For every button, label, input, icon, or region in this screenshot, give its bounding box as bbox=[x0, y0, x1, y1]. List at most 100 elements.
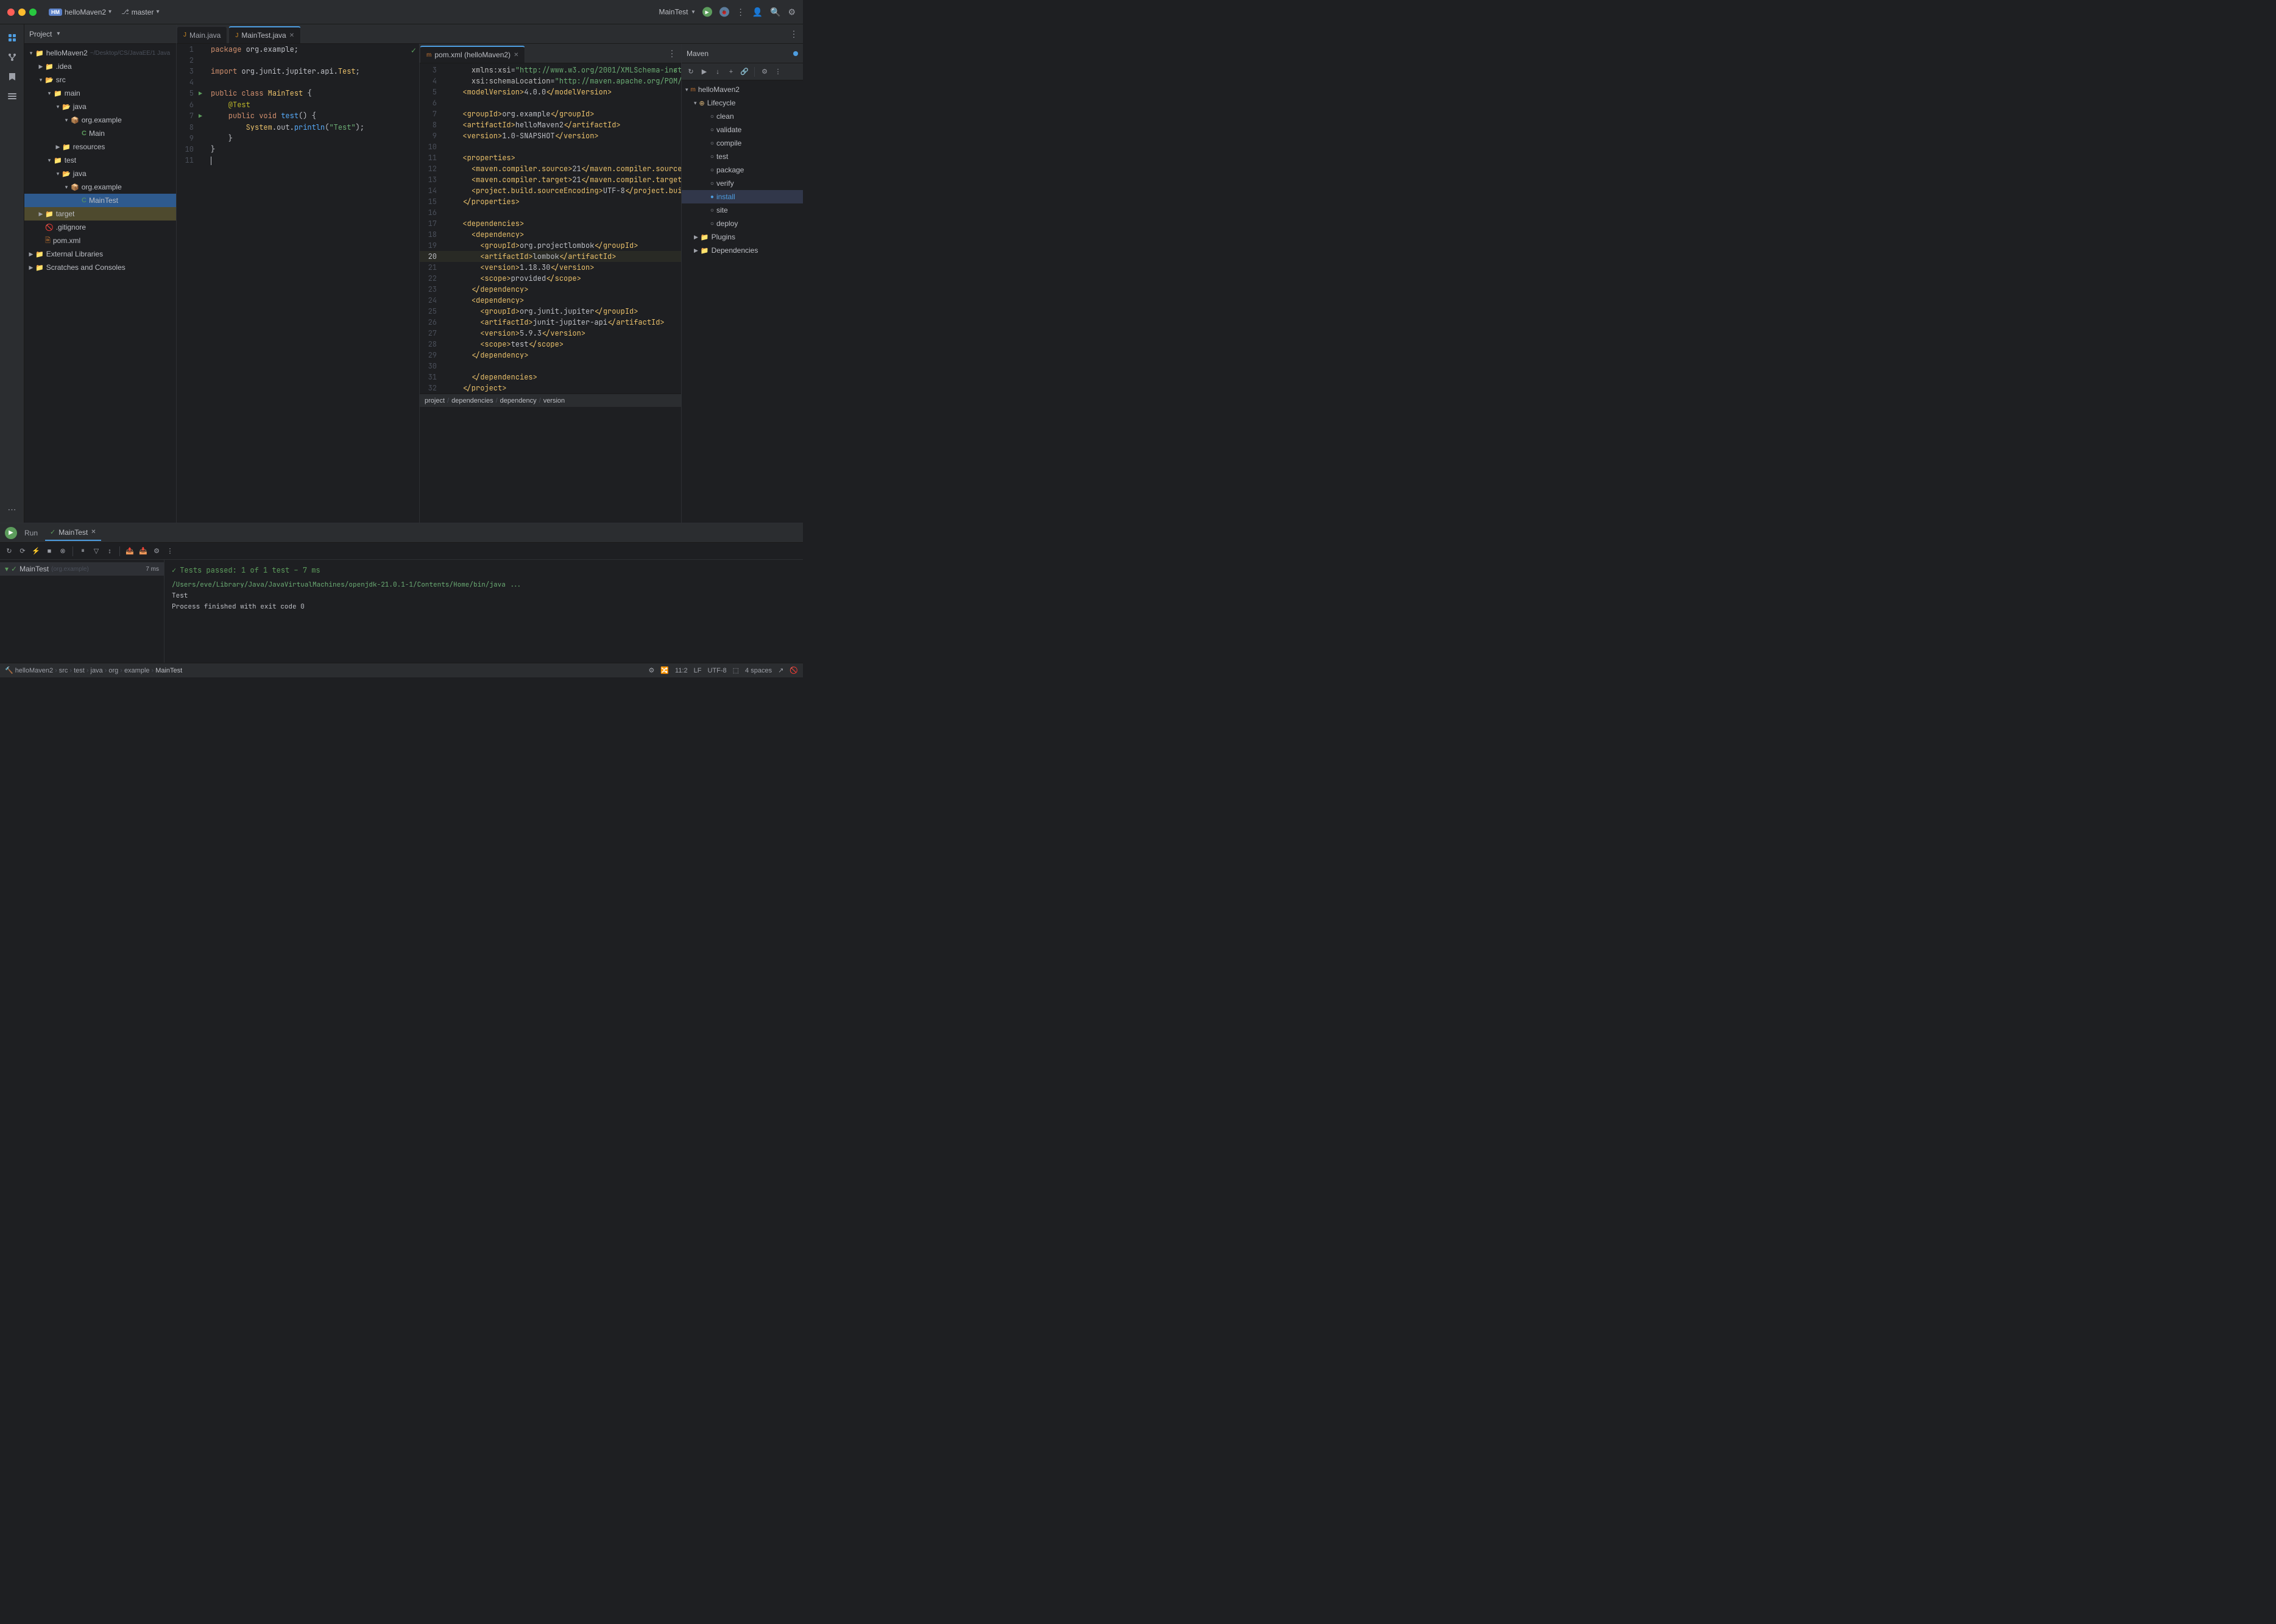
minimize-button[interactable] bbox=[18, 9, 26, 16]
tree-item-gitignore[interactable]: ▶ 🚫 .gitignore bbox=[24, 221, 176, 234]
tree-item-main-class[interactable]: ▶ C Main bbox=[24, 127, 176, 140]
maven-more-btn[interactable]: ⋮ bbox=[772, 66, 783, 77]
run-rerun-btn[interactable]: ⟳ bbox=[17, 546, 28, 557]
run-import-btn[interactable]: 📥 bbox=[138, 546, 149, 557]
xml-bc-version[interactable]: version bbox=[543, 397, 565, 404]
run-export-btn[interactable]: 📤 bbox=[124, 546, 135, 557]
run-button[interactable]: ▶ bbox=[702, 7, 712, 17]
status-vcs-icon[interactable]: 🔀 bbox=[660, 666, 669, 674]
tab-close-pom[interactable]: ✕ bbox=[514, 52, 518, 58]
status-position[interactable]: 11:2 bbox=[675, 667, 688, 674]
run-restart-btn[interactable]: ↻ bbox=[4, 546, 15, 557]
status-encoding[interactable]: UTF-8 bbox=[707, 667, 726, 674]
xml-bc-project[interactable]: project bbox=[425, 397, 445, 404]
status-settings-icon[interactable]: ⚙ bbox=[648, 666, 654, 674]
maven-download-btn[interactable]: ↓ bbox=[712, 66, 723, 77]
run-output[interactable]: ✓ Tests passed: 1 of 1 test – 7 ms /User… bbox=[164, 560, 803, 663]
maven-item-test-goal[interactable]: ▶ ○ test bbox=[682, 150, 803, 163]
branch-selector[interactable]: ⎇ master ▾ bbox=[121, 8, 159, 16]
xml-bc-dependency[interactable]: dependency bbox=[500, 397, 537, 404]
run-rerun-failed-btn[interactable]: ⚡ bbox=[30, 546, 41, 557]
xml-tab-settings[interactable]: ⋮ bbox=[668, 48, 676, 58]
maven-item-hm2[interactable]: ▾ m helloMaven2 bbox=[682, 83, 803, 96]
status-share-icon[interactable]: ↗ bbox=[778, 666, 783, 674]
maven-item-site[interactable]: ▶ ○ site bbox=[682, 203, 803, 217]
maven-item-deploy[interactable]: ▶ ○ deploy bbox=[682, 217, 803, 230]
status-line-ending[interactable]: LF bbox=[694, 667, 702, 674]
sb-java[interactable]: java bbox=[91, 667, 103, 674]
tree-item-ext-libs[interactable]: ▶ 📁 External Libraries bbox=[24, 247, 176, 261]
tree-item-maintest[interactable]: ▶ C MainTest bbox=[24, 194, 176, 207]
sidebar-item-vcs[interactable] bbox=[4, 49, 21, 66]
run-more-btn[interactable]: ⋮ bbox=[164, 546, 175, 557]
sidebar-item-structure[interactable] bbox=[4, 88, 21, 105]
maven-item-compile[interactable]: ▶ ○ compile bbox=[682, 136, 803, 150]
maven-item-lifecycle[interactable]: ▾ ⊕ Lifecycle bbox=[682, 96, 803, 110]
debug-button[interactable]: 🐞 bbox=[719, 7, 729, 17]
maven-item-verify[interactable]: ▶ ○ verify bbox=[682, 177, 803, 190]
maven-item-install[interactable]: ▶ ● install bbox=[682, 190, 803, 203]
maven-refresh-btn[interactable]: ↻ bbox=[685, 66, 696, 77]
sidebar-item-more[interactable]: ⋯ bbox=[4, 501, 21, 518]
run-configuration[interactable]: MainTest ▾ bbox=[659, 8, 695, 16]
tree-item-idea[interactable]: ▶ 📁 .idea bbox=[24, 60, 176, 73]
maven-item-package[interactable]: ▶ ○ package bbox=[682, 163, 803, 177]
run-settings-btn[interactable]: ⚙ bbox=[151, 546, 162, 557]
tree-item-hellomaven2[interactable]: ▾ 📁 helloMaven2 ~/Desktop/CS/JavaEE/1 Ja… bbox=[24, 46, 176, 60]
run-pause-btn[interactable]: ⏸ bbox=[77, 546, 88, 557]
profile-icon[interactable]: 👤 bbox=[752, 7, 763, 17]
bottom-tab-run[interactable]: Run bbox=[19, 525, 43, 541]
maven-item-clean[interactable]: ▶ ○ clean bbox=[682, 110, 803, 123]
maven-item-plugins[interactable]: ▶ 📁 Plugins bbox=[682, 230, 803, 244]
tab-main-java[interactable]: J Main.java bbox=[177, 26, 227, 43]
bottom-tab-close[interactable]: ✕ bbox=[91, 529, 96, 535]
tab-pom-xml[interactable]: m pom.xml (helloMaven2) ✕ bbox=[420, 46, 525, 63]
tree-item-test[interactable]: ▾ 📁 test bbox=[24, 154, 176, 167]
tree-item-java[interactable]: ▾ 📂 java bbox=[24, 100, 176, 113]
tab-maintest-java[interactable]: J MainTest.java ✕ bbox=[228, 26, 301, 43]
sb-test[interactable]: test bbox=[74, 667, 85, 674]
bottom-run-icon[interactable]: ▶ bbox=[5, 527, 17, 539]
project-selector[interactable]: HM helloMaven2 ▾ bbox=[44, 7, 116, 18]
xml-bc-dependencies[interactable]: dependencies bbox=[451, 397, 493, 404]
settings-icon[interactable]: ⚙ bbox=[788, 7, 796, 17]
maven-link-btn[interactable]: 🔗 bbox=[739, 66, 750, 77]
tree-item-target[interactable]: ▶ 📁 target bbox=[24, 207, 176, 221]
sidebar-item-project[interactable] bbox=[4, 29, 21, 46]
tree-item-pom[interactable]: ▶ 🗎 pom.xml bbox=[24, 234, 176, 247]
maven-item-deps[interactable]: ▶ 📁 Dependencies bbox=[682, 244, 803, 257]
maximize-button[interactable] bbox=[29, 9, 37, 16]
java-tab-settings[interactable]: ⋮ bbox=[790, 29, 798, 39]
more-button[interactable]: ⋮ bbox=[737, 7, 745, 17]
tree-item-org-example[interactable]: ▾ 📦 org.example bbox=[24, 113, 176, 127]
close-button[interactable] bbox=[7, 9, 15, 16]
java-code-editor[interactable]: ✓ 1 package org.example; 2 bbox=[177, 44, 419, 523]
tree-item-test-java[interactable]: ▾ 📂 java bbox=[24, 167, 176, 180]
maven-run-btn[interactable]: ▶ bbox=[699, 66, 710, 77]
maven-item-validate[interactable]: ▶ ○ validate bbox=[682, 123, 803, 136]
maven-add-btn[interactable]: + bbox=[726, 66, 737, 77]
sb-hellomaven2[interactable]: helloMaven2 bbox=[15, 667, 53, 674]
search-icon[interactable]: 🔍 bbox=[770, 7, 780, 17]
tree-item-test-org[interactable]: ▾ 📦 org.example bbox=[24, 180, 176, 194]
run-sort-btn[interactable]: ↕ bbox=[104, 546, 115, 557]
run-filter-btn[interactable]: ▽ bbox=[91, 546, 102, 557]
run-stop-btn[interactable]: ■ bbox=[44, 546, 55, 557]
project-panel-dropdown[interactable]: ▾ bbox=[57, 30, 60, 37]
tree-item-main-folder[interactable]: ▾ 📁 main bbox=[24, 86, 176, 100]
tree-item-resources[interactable]: ▶ 📁 resources bbox=[24, 140, 176, 154]
sb-maintest[interactable]: MainTest bbox=[155, 667, 182, 674]
sidebar-item-bookmarks[interactable] bbox=[4, 68, 21, 85]
status-indent[interactable]: 4 spaces bbox=[745, 667, 772, 674]
run-item-maintest[interactable]: ▾ ✓ MainTest (org.example) 7 ms bbox=[0, 562, 164, 576]
tree-item-scratches[interactable]: ▶ 📁 Scratches and Consoles bbox=[24, 261, 176, 274]
run-stop-all-btn[interactable]: ⊗ bbox=[57, 546, 68, 557]
sb-src[interactable]: src bbox=[59, 667, 68, 674]
maven-settings-btn[interactable]: ⚙ bbox=[759, 66, 770, 77]
tab-close-maintest[interactable]: ✕ bbox=[289, 32, 294, 39]
sb-org[interactable]: org bbox=[108, 667, 118, 674]
sb-example[interactable]: example bbox=[124, 667, 150, 674]
tree-item-src[interactable]: ▾ 📂 src bbox=[24, 73, 176, 86]
bottom-tab-maintest[interactable]: ✓ MainTest ✕ bbox=[45, 525, 101, 541]
status-error-icon[interactable]: 🚫 bbox=[790, 666, 798, 674]
